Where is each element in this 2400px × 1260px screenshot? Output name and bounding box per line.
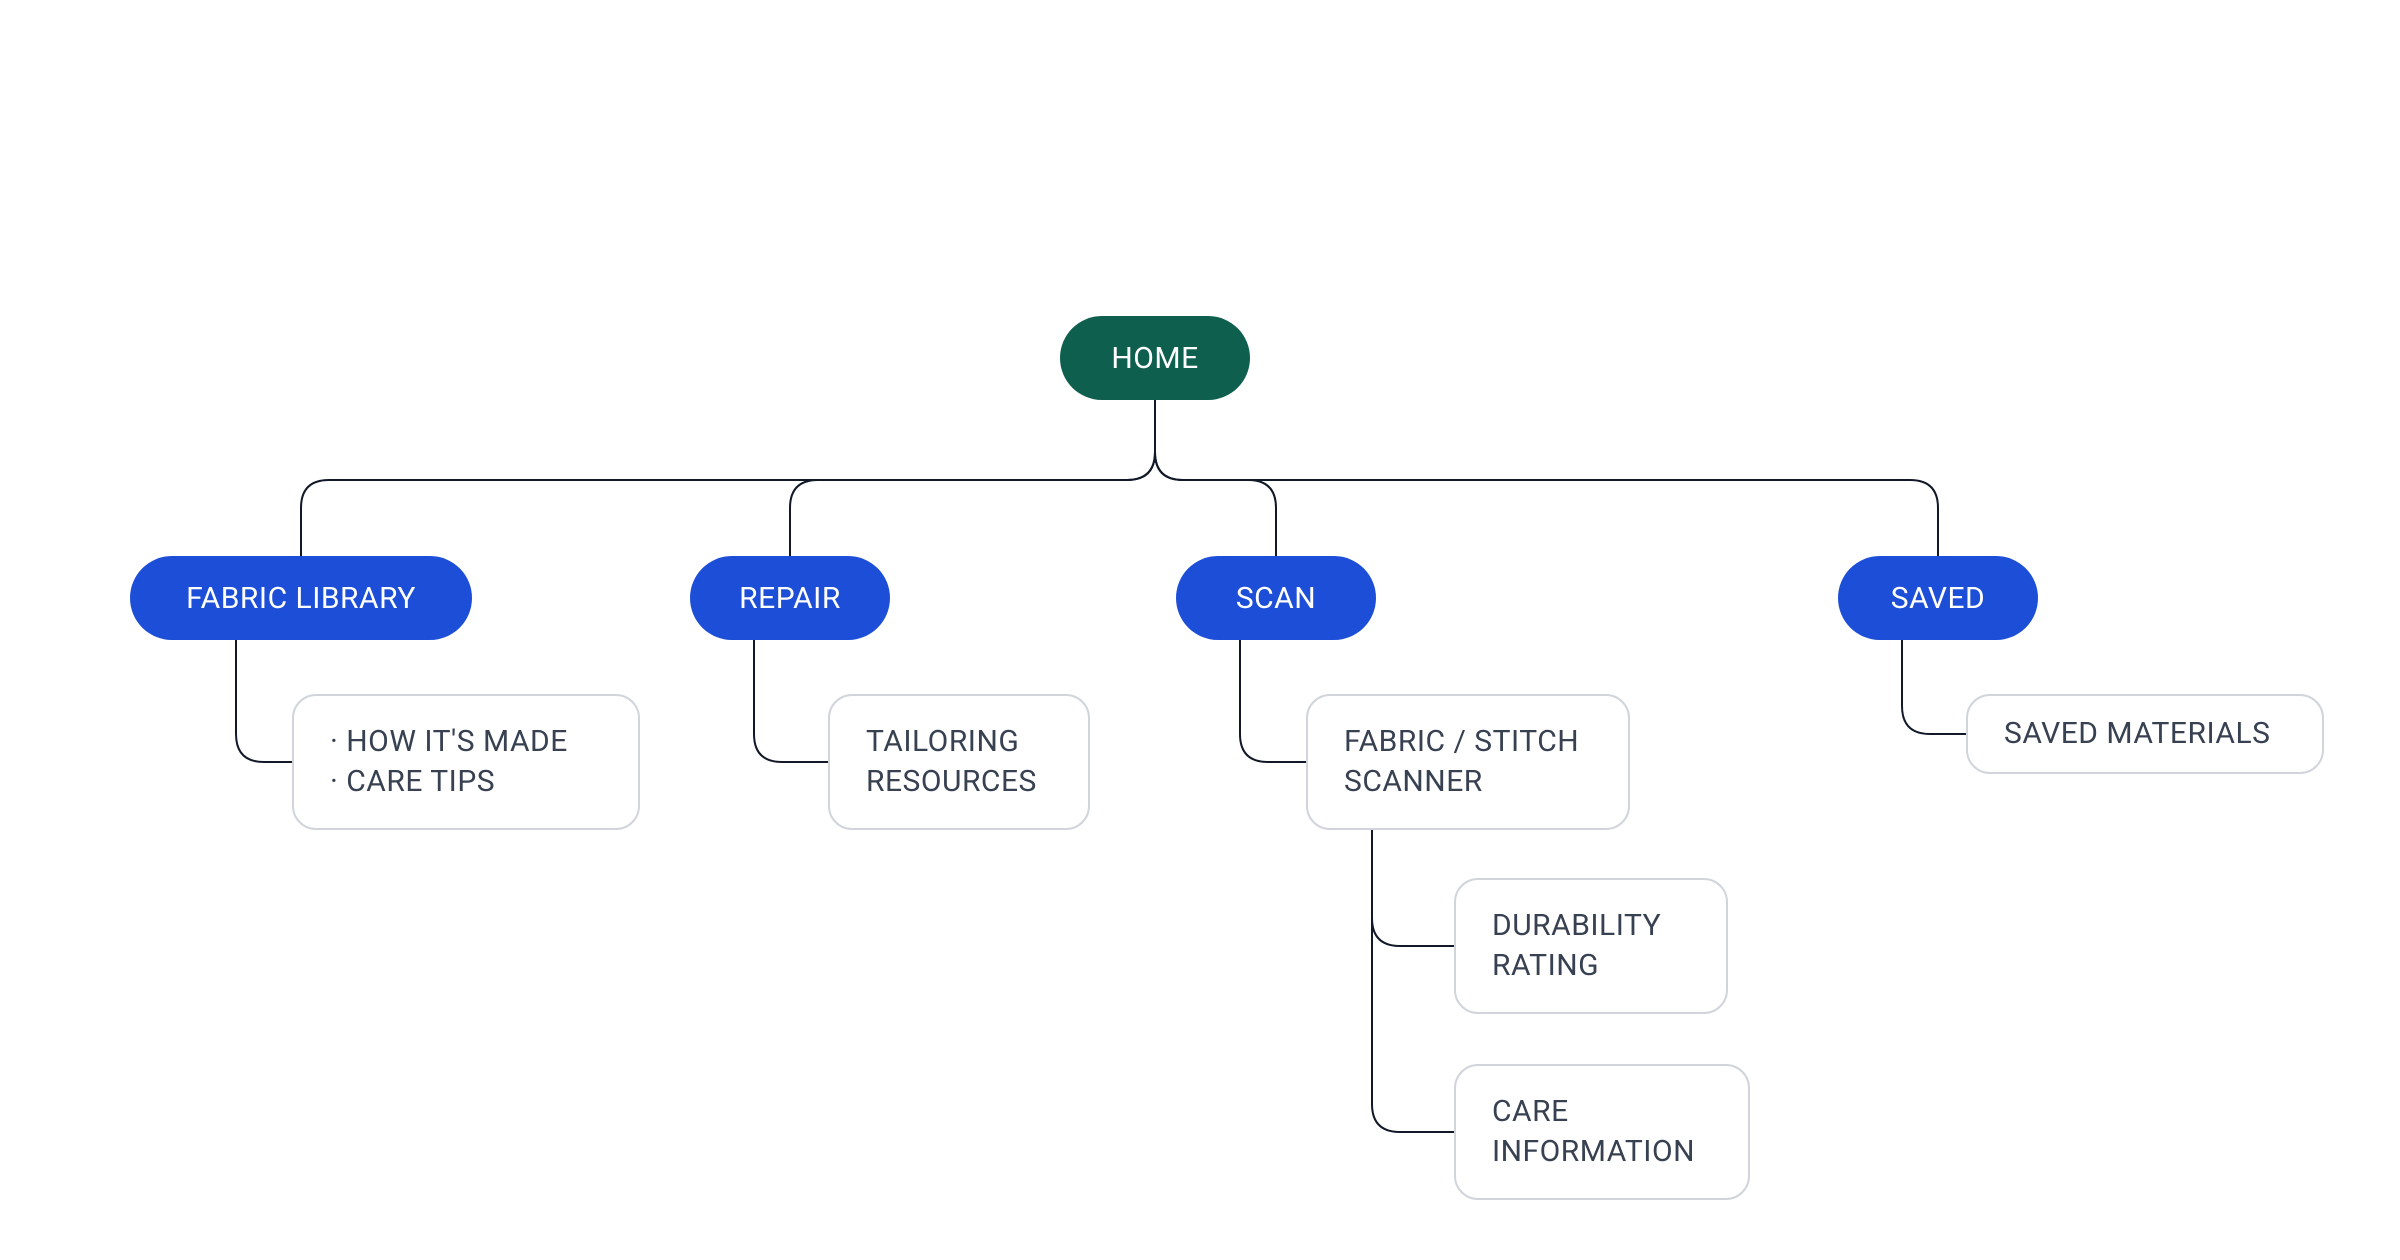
leaf-text: FABRIC / STITCH SCANNER xyxy=(1344,722,1579,803)
node-saved: SAVED xyxy=(1838,556,2038,640)
leaf-text: SAVED MATERIALS xyxy=(2004,714,2270,755)
leaf-text: DURABILITY RATING xyxy=(1492,906,1661,987)
node-fabric-library: FABRIC LIBRARY xyxy=(130,556,472,640)
leaf-saved-materials: SAVED MATERIALS xyxy=(1966,694,2324,774)
leaf-fabric-library-details: · HOW IT'S MADE · CARE TIPS xyxy=(292,694,640,830)
node-home: HOME xyxy=(1060,316,1250,400)
node-label: FABRIC LIBRARY xyxy=(186,581,416,616)
leaf-text: · HOW IT'S MADE · CARE TIPS xyxy=(330,722,568,803)
sitemap-canvas: HOME FABRIC LIBRARY REPAIR SCAN SAVED · … xyxy=(0,0,2400,1260)
node-label: SAVED xyxy=(1891,581,1985,616)
leaf-scan-care: CARE INFORMATION xyxy=(1454,1064,1750,1200)
node-label: REPAIR xyxy=(739,581,841,616)
node-label: SCAN xyxy=(1236,581,1316,616)
leaf-scan-scanner: FABRIC / STITCH SCANNER xyxy=(1306,694,1630,830)
leaf-scan-durability: DURABILITY RATING xyxy=(1454,878,1728,1014)
node-repair: REPAIR xyxy=(690,556,890,640)
node-scan: SCAN xyxy=(1176,556,1376,640)
leaf-repair-details: TAILORING RESOURCES xyxy=(828,694,1090,830)
leaf-text: TAILORING RESOURCES xyxy=(866,722,1037,803)
leaf-text: CARE INFORMATION xyxy=(1492,1092,1695,1173)
node-label: HOME xyxy=(1111,341,1198,376)
